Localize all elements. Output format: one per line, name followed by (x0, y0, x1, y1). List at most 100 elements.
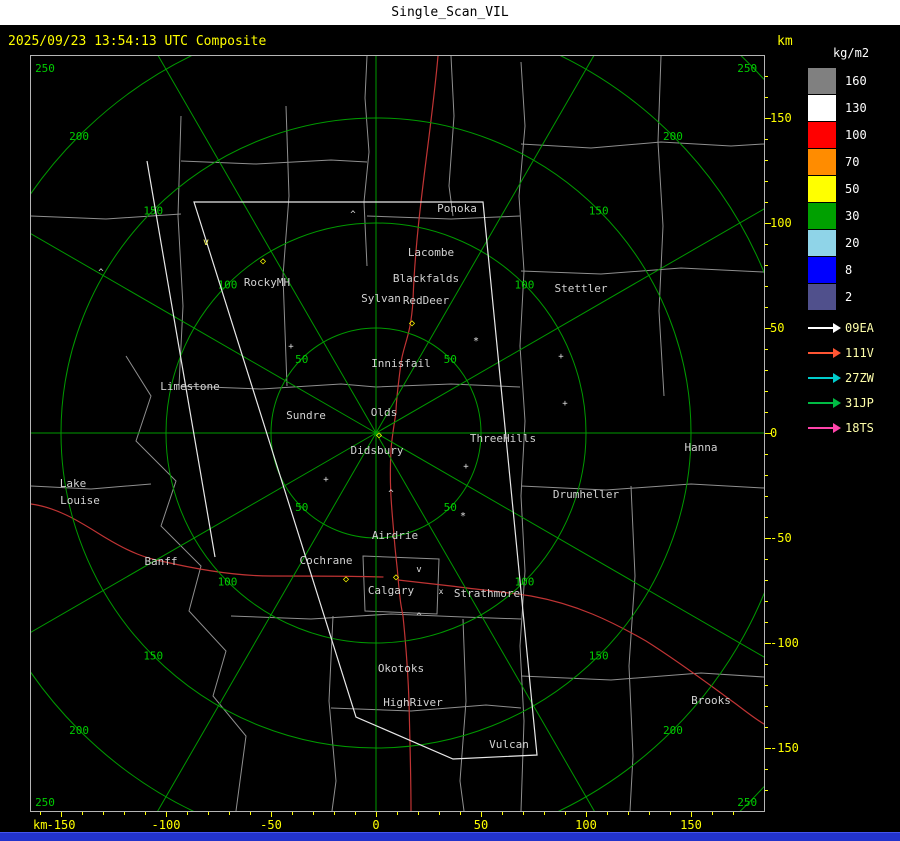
x-tick (691, 812, 692, 817)
city-label-blackfalds: Blackfalds (393, 272, 459, 285)
scan-timestamp: 2025/09/23 13:54:13 UTC Composite (8, 34, 267, 49)
site-arrow-09EA (808, 327, 834, 329)
x-tick (712, 812, 713, 815)
site-id: 18TS (845, 421, 874, 435)
y-tick (765, 286, 768, 287)
x-tick (544, 812, 545, 815)
site-id: 09EA (845, 321, 874, 335)
x-tick (670, 812, 671, 815)
city-label-didsbury: Didsbury (351, 444, 404, 457)
legend-swatch-20 (808, 230, 836, 256)
city-label-drumheller: Drumheller (553, 488, 620, 501)
city-label-reddeer: RedDeer (403, 294, 450, 307)
x-axis-label: -100 (151, 818, 181, 832)
poi-marker: v (203, 237, 209, 248)
ring-range-label: 100 (218, 575, 238, 588)
window-titlebar: Single_Scan_VIL (0, 0, 900, 25)
poi-marker: ◇ (343, 574, 349, 585)
x-tick (124, 812, 125, 815)
poi-marker: + (463, 462, 469, 472)
x-tick (229, 812, 230, 815)
poi-marker: * (460, 511, 466, 522)
ring-range-label: 150 (143, 650, 163, 663)
y-tick (765, 790, 768, 791)
ring-range-label: 50 (444, 353, 457, 366)
x-tick (397, 812, 398, 815)
y-tick (765, 475, 768, 476)
city-label-highriver: HighRiver (383, 696, 443, 709)
poi-marker: ^ (388, 489, 394, 499)
legend-value: 70 (845, 155, 860, 169)
city-label-cochrane: Cochrane (300, 554, 353, 567)
city-label-ponoka: Ponoka (437, 202, 477, 215)
x-tick (313, 812, 314, 815)
ring-range-label: 250 (737, 62, 757, 75)
x-axis-label: 100 (575, 818, 597, 832)
y-tick (765, 181, 768, 182)
y-tick (765, 202, 768, 203)
ring-range-label: 250 (35, 796, 55, 809)
x-tick (250, 812, 251, 815)
poi-marker: ^ (416, 612, 422, 622)
site-arrowhead-icon (833, 323, 841, 333)
city-label-banff: Banff (144, 555, 177, 568)
site-arrowhead-icon (833, 373, 841, 383)
radar-map-canvas[interactable]: 5050505010010010010015015015015020020020… (31, 56, 764, 811)
poi-marker: ◇ (393, 572, 399, 583)
y-axis-unit-label: km (777, 34, 793, 49)
y-tick (765, 391, 768, 392)
city-label-airdrie: Airdrie (372, 529, 418, 542)
y-tick (765, 601, 768, 602)
city-label-okotoks: Okotoks (378, 662, 424, 675)
legend-value: 2 (845, 290, 853, 304)
ring-range-label: 250 (737, 796, 757, 809)
x-tick (145, 812, 146, 815)
ring-range-label: 50 (295, 353, 308, 366)
y-axis-label: 0 (770, 426, 778, 440)
legend-value: 30 (845, 209, 860, 223)
legend-color-scale: 160 130 100 70 50 30 20 8 2 (808, 68, 896, 313)
ring-range-label: 150 (589, 204, 609, 217)
site-arrowhead-icon (833, 348, 841, 358)
city-label-innisfail: Innisfail (371, 357, 431, 370)
poi-marker: + (562, 399, 568, 409)
x-tick (733, 812, 734, 815)
y-axis-label: 50 (770, 321, 785, 335)
ring-range-label: 200 (69, 130, 89, 143)
map-frame: 50 50 50 50 100 100 100 100 150 150 150 150 200 200 20… (30, 55, 765, 812)
x-tick (607, 812, 608, 815)
y-tick (765, 307, 768, 308)
x-tick (187, 812, 188, 815)
y-tick (765, 160, 768, 161)
poi-marker: x (439, 587, 444, 596)
legend-value: 100 (845, 128, 867, 142)
city-label-brooks: Brooks (691, 694, 731, 707)
y-tick (765, 265, 768, 266)
y-tick (765, 580, 768, 581)
legend-swatch-30 (808, 203, 836, 229)
y-axis-label: 150 (770, 111, 792, 125)
x-axis-label: 0 (372, 818, 380, 832)
legend-unit: kg/m2 (832, 46, 870, 60)
x-tick (418, 812, 419, 815)
site-arrow-111V (808, 352, 834, 354)
site-arrowhead-icon (833, 423, 841, 433)
poi-marker: ^ (350, 210, 356, 220)
x-tick (82, 812, 83, 815)
legend-swatch-160 (808, 68, 836, 94)
legend-value: 20 (845, 236, 860, 250)
city-label-louise: Louise (60, 494, 100, 507)
y-tick (765, 244, 768, 245)
poi-marker: * (473, 336, 479, 347)
city-label-olds: Olds (371, 406, 398, 419)
ring-range-label: 150 (589, 650, 609, 663)
site-arrow-31JP (808, 402, 834, 404)
y-tick (765, 454, 768, 455)
y-tick (765, 370, 768, 371)
city-label-vulcan: Vulcan (489, 738, 529, 751)
horizontal-scrollbar[interactable] (0, 832, 900, 841)
ring-range-label: 200 (69, 724, 89, 737)
y-tick (765, 706, 768, 707)
legend-swatch-130 (808, 95, 836, 121)
y-tick (765, 139, 768, 140)
